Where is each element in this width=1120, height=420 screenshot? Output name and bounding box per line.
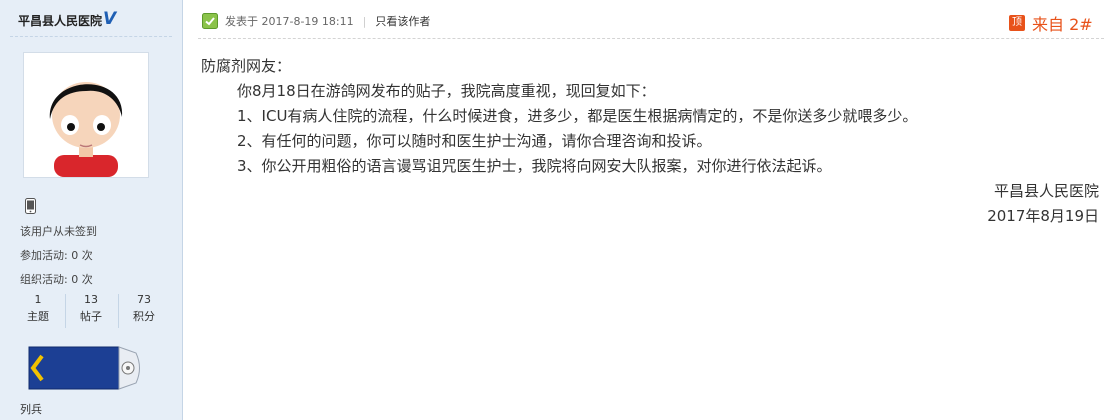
activities-joined: 参加活动: 0 次 xyxy=(20,247,93,263)
post-meta: 发表于 2017-8-19 18:11 | 只看该作者 xyxy=(225,13,430,29)
activities-joined-value: 0 次 xyxy=(71,249,93,262)
stat-posts-value: 13 xyxy=(84,293,98,306)
stat-points-label: 积分 xyxy=(133,310,155,323)
checkin-status: 该用户从未签到 xyxy=(20,225,97,238)
post-point-3: 3、你公开用粗俗的语言谩骂诅咒医生护士，我院将向网安大队报案，对你进行依法起诉。 xyxy=(237,157,832,175)
post-date: 2017年8月19日 xyxy=(987,207,1099,225)
stat-threads-value: 1 xyxy=(34,293,42,306)
mobile-phone-icon[interactable] xyxy=(25,198,36,218)
post-greeting: 防腐剂网友： xyxy=(201,57,292,75)
rank-name: 列兵 xyxy=(20,403,42,416)
avatar[interactable] xyxy=(23,52,149,178)
online-status-icon xyxy=(202,13,218,33)
activities-organized: 组织活动: 0 次 xyxy=(20,271,93,287)
rank-badge-icon xyxy=(28,345,144,395)
post-point-2: 2、有任何的问题，你可以随时和医生护士沟通，请你合理咨询和投诉。 xyxy=(237,132,712,150)
user-stats: 1 主题 13 帖子 73 积分 xyxy=(12,292,170,330)
avatar-cartoon-image xyxy=(24,53,148,177)
post-content: 防腐剂网友： 你8月18日在游鸽网发布的贴子，我院高度重视，现回复如下： 1、I… xyxy=(201,54,1099,229)
stat-threads-label: 主题 xyxy=(27,310,49,323)
activities-organized-value: 0 次 xyxy=(71,273,93,286)
stat-posts[interactable]: 13 帖子 xyxy=(65,292,117,326)
post-point-1: 1、ICU有病人住院的流程，什么时候进食，进多少，都是医生根据病情定的，不是你送… xyxy=(237,107,918,125)
post-intro: 你8月18日在游鸽网发布的贴子，我院高度重视，现回复如下： xyxy=(237,82,656,100)
floor-number[interactable]: 来自 2# xyxy=(1032,11,1093,35)
post-timestamp: 发表于 2017-8-19 18:11 xyxy=(225,15,354,28)
activities-organized-label: 组织活动: xyxy=(20,273,68,286)
author-name[interactable]: 平昌县人民医院 xyxy=(18,12,102,29)
meta-separator: | xyxy=(362,15,367,28)
stat-points[interactable]: 73 积分 xyxy=(118,292,170,326)
stat-posts-label: 帖子 xyxy=(80,310,102,323)
header-divider xyxy=(198,38,1104,39)
author-sidebar: 平昌县人民医院 V 该用户从未签到 参加活动: 0 次 组织活动: 0 次 1 … xyxy=(0,0,183,420)
author-only-link[interactable]: 只看该作者 xyxy=(375,15,430,28)
activities-joined-label: 参加活动: xyxy=(20,249,68,262)
post-signature: 平昌县人民医院 xyxy=(993,182,1099,200)
sidebar-divider xyxy=(10,36,172,37)
verified-icon[interactable]: V xyxy=(103,9,116,29)
stat-points-value: 73 xyxy=(137,293,151,306)
stat-threads[interactable]: 1 主题 xyxy=(12,292,64,326)
top-badge-icon[interactable]: 顶 xyxy=(1009,15,1025,31)
